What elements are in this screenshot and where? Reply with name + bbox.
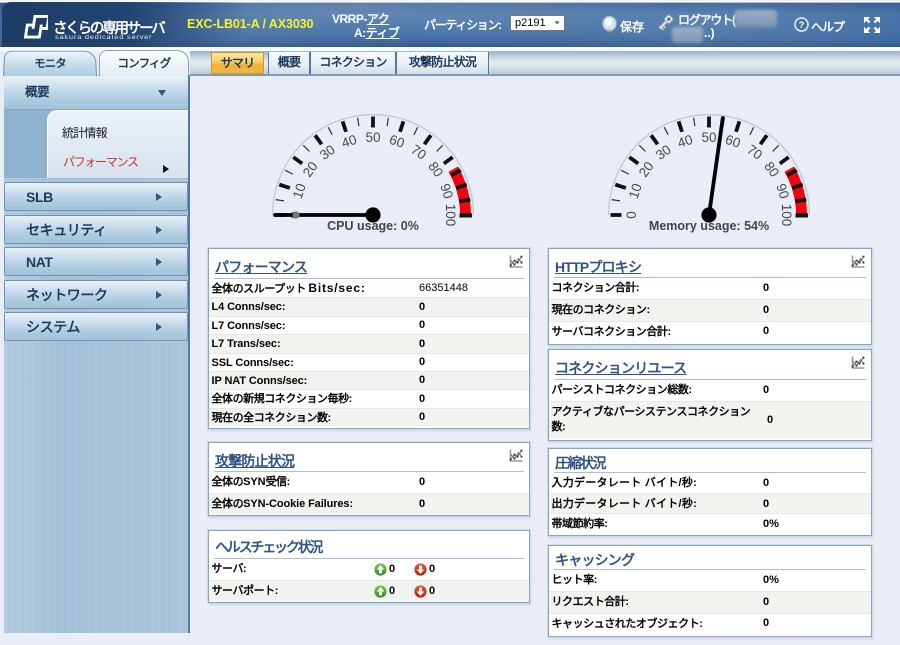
svg-text:40: 40 bbox=[340, 132, 359, 151]
svg-text:60: 60 bbox=[387, 132, 406, 151]
svg-text:60: 60 bbox=[723, 132, 742, 151]
svg-text:10: 10 bbox=[290, 182, 309, 201]
svg-text:0: 0 bbox=[624, 211, 639, 219]
svg-text:90: 90 bbox=[437, 182, 456, 201]
svg-text:50: 50 bbox=[701, 130, 716, 145]
svg-text:90: 90 bbox=[773, 182, 792, 201]
svg-text:CPU usage: 0%: CPU usage: 0% bbox=[327, 219, 419, 233]
svg-text:50: 50 bbox=[365, 130, 380, 145]
svg-text:10: 10 bbox=[626, 182, 645, 201]
svg-text:Memory usage: 54%: Memory usage: 54% bbox=[649, 219, 769, 233]
svg-text:100: 100 bbox=[443, 204, 458, 227]
svg-text:40: 40 bbox=[676, 132, 695, 151]
svg-text:?: ? bbox=[799, 20, 805, 31]
svg-text:100: 100 bbox=[779, 204, 794, 227]
